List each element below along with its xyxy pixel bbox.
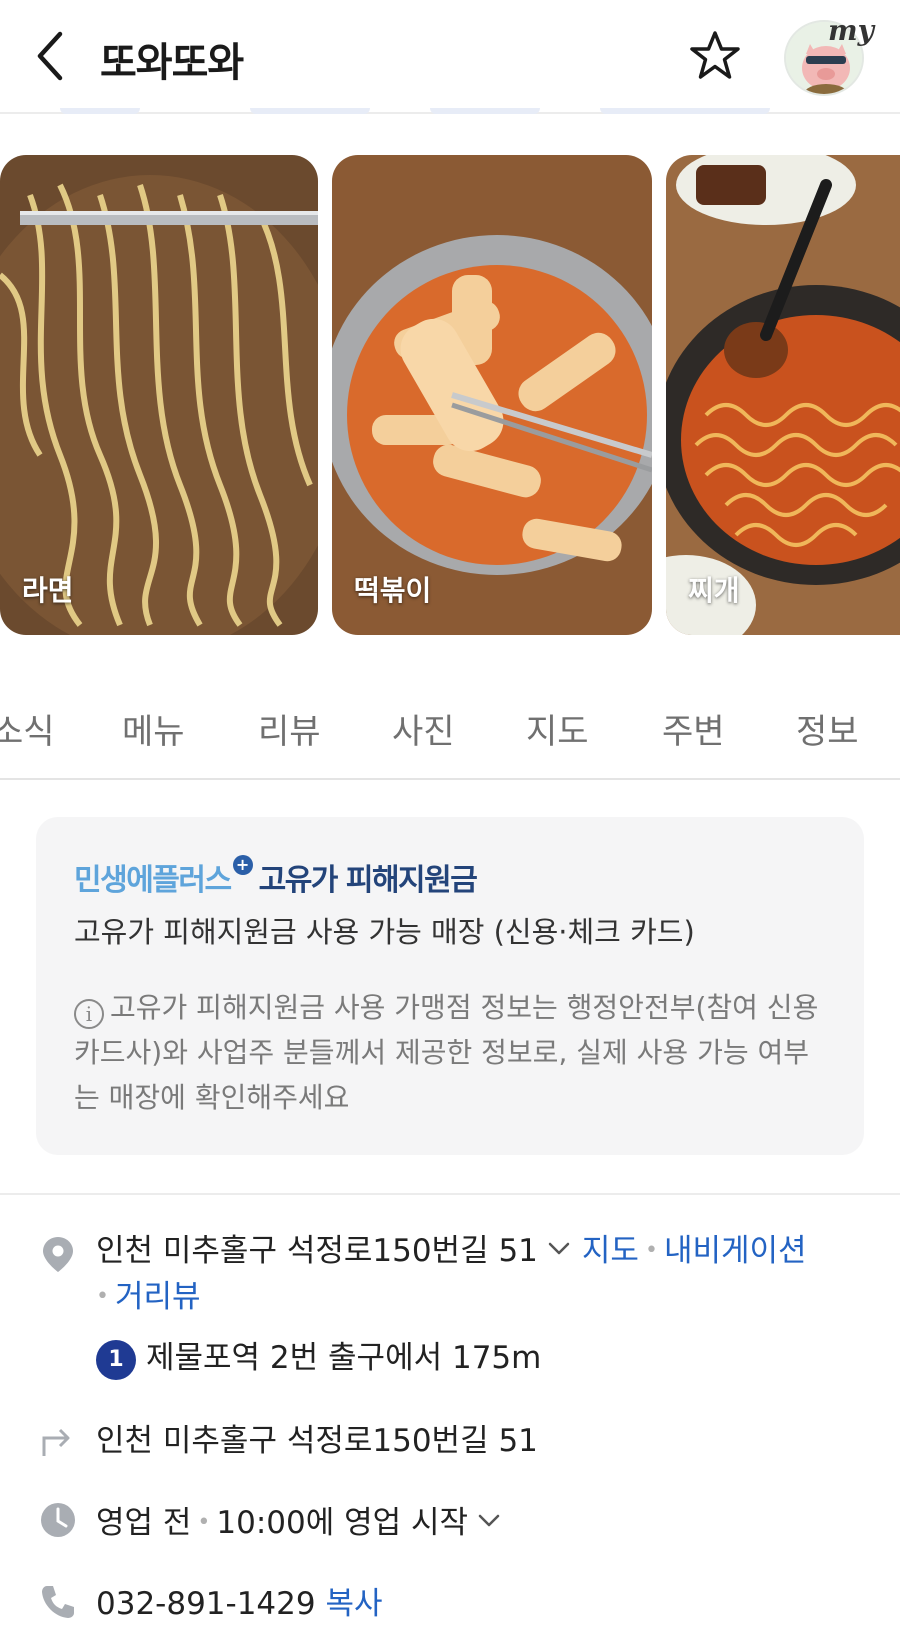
address-block: 인천 미추홀구 석정로150번길 51 지도 • 내비게이션 • 거리뷰 xyxy=(96,1228,876,1320)
photo-card-ramen[interactable]: 라면 xyxy=(0,155,318,635)
tab-photos[interactable]: 사진 xyxy=(392,704,455,753)
tteokbokki-photo-icon xyxy=(332,155,652,635)
hours-status: 영업 전 xyxy=(96,1505,192,1541)
chevron-down-icon[interactable] xyxy=(548,1237,570,1259)
clock-icon xyxy=(41,1503,75,1537)
plus-icon: + xyxy=(232,855,253,875)
tab-nearby[interactable]: 주변 xyxy=(662,704,725,753)
photo-label: 떡볶이 xyxy=(354,574,432,607)
business-hours[interactable]: 영업 전 • 10:00에 영업 시작 xyxy=(96,1497,512,1542)
hours-detail: 10:00에 영업 시작 xyxy=(216,1505,469,1541)
back-button[interactable] xyxy=(30,28,74,84)
subway-info: 1 제물포역 2번 출구에서 175m xyxy=(96,1332,541,1380)
turn-arrow-icon xyxy=(42,1428,70,1456)
subsidy-notice-card: 민생에플러스 + 고유가 피해지원금 고유가 피해지원금 사용 가능 매장 (신용·… xyxy=(36,817,864,1155)
subway-directions: 제물포역 2번 출구에서 175m xyxy=(146,1340,542,1376)
copy-phone-button[interactable]: 복사 xyxy=(325,1586,382,1622)
subsidy-info-text: i 고유가 피해지원금 사용 가맹점 정보는 행정안전부(참여 신용카드사)와 사… xyxy=(74,985,834,1120)
dot-separator: • xyxy=(96,1284,109,1309)
location-pin-icon xyxy=(43,1237,73,1272)
tab-reviews[interactable]: 리뷰 xyxy=(258,704,321,753)
ramen-photo-icon xyxy=(0,155,318,635)
photo-label: 라면 xyxy=(22,574,74,607)
chevron-down-icon[interactable] xyxy=(478,1509,500,1531)
subway-line-badge: 1 xyxy=(96,1340,136,1380)
phone-row: 032-891-1429 복사 xyxy=(96,1578,383,1623)
tab-menu[interactable]: 메뉴 xyxy=(122,704,185,753)
chevron-left-icon xyxy=(37,31,63,81)
subsidy-main-text: 고유가 피해지원금 사용 가능 매장 (신용·체크 카드) xyxy=(74,915,695,949)
section-divider xyxy=(0,1193,900,1195)
tab-info[interactable]: 정보 xyxy=(796,704,859,753)
hidden-chip-row xyxy=(0,108,900,116)
menu-photo-carousel[interactable]: 라면 떡볶이 찌개 xyxy=(0,155,900,635)
road-address: 인천 미추홀구 석정로150번길 51 xyxy=(96,1233,538,1269)
navigation-link[interactable]: 내비게이션 xyxy=(664,1233,807,1269)
section-tabs: 소식 메뉴 리뷰 사진 지도 주변 정보 xyxy=(0,680,900,780)
photo-label: 찌개 xyxy=(688,574,740,607)
jibun-address: 인천 미추홀구 석정로150번길 51 xyxy=(96,1423,538,1459)
page-title: 또와또와 xyxy=(100,40,244,86)
photo-card-jjigae[interactable]: 찌개 xyxy=(666,155,900,635)
phone-icon xyxy=(42,1586,74,1618)
roadview-link[interactable]: 거리뷰 xyxy=(115,1279,201,1315)
photo-card-tteokbokki[interactable]: 떡볶이 xyxy=(332,155,652,635)
badge-program-text: 고유가 피해지원금 xyxy=(258,863,478,898)
tab-map[interactable]: 지도 xyxy=(526,704,589,753)
star-outline-icon xyxy=(690,31,740,79)
subsidy-disclaimer: 고유가 피해지원금 사용 가맹점 정보는 행정안전부(참여 신용카드사)와 사업… xyxy=(74,991,819,1114)
map-link[interactable]: 지도 xyxy=(582,1233,639,1269)
phone-number[interactable]: 032-891-1429 xyxy=(96,1586,316,1622)
dot-separator: • xyxy=(644,1238,658,1263)
top-bar: 또와또와 my xyxy=(0,0,900,114)
badge-brand-text: 민생에플러스 xyxy=(74,863,232,898)
jjigae-photo-icon xyxy=(666,155,900,635)
dot-separator: • xyxy=(197,1510,211,1535)
info-icon: i xyxy=(74,999,104,1029)
tab-news[interactable]: 소식 xyxy=(0,704,55,753)
avatar-my-badge: my xyxy=(828,14,874,47)
save-star-button[interactable] xyxy=(686,28,744,86)
subsidy-badge: 민생에플러스 + 고유가 피해지원금 xyxy=(74,855,478,899)
